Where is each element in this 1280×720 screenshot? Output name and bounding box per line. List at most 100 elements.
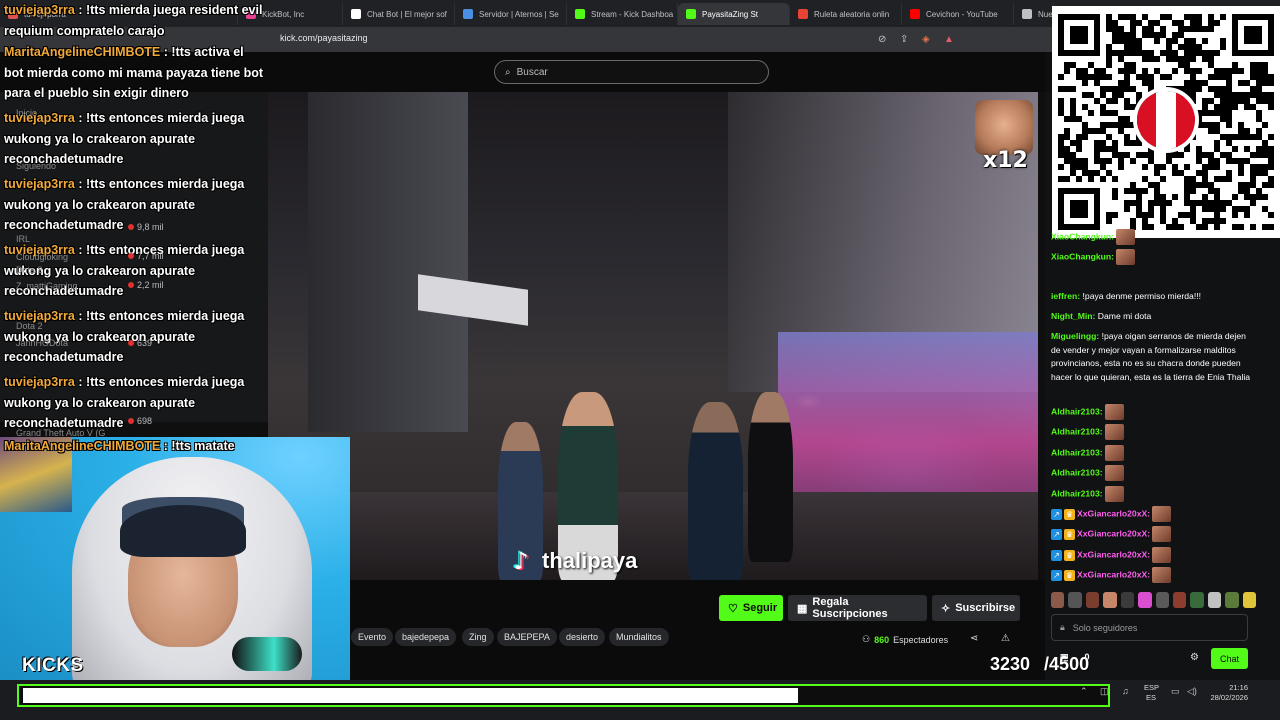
chat-username[interactable]: Night_Min: — [1051, 311, 1095, 321]
gift-subs-button[interactable]: ▦ Regala Suscripciones — [788, 595, 927, 621]
network-icon[interactable]: ◫ — [1100, 686, 1109, 697]
share-icon[interactable]: ⇪ — [900, 34, 908, 45]
emote-icon[interactable] — [1242, 592, 1257, 608]
sidebar-item[interactable]: Cloudgloking — [16, 252, 68, 262]
sidebar-item[interactable]: Siguiendo — [16, 161, 56, 171]
browser-tab[interactable]: Chat Bot | El mejor sof — [343, 3, 455, 25]
qr-module — [1232, 212, 1238, 218]
emote-icon[interactable] — [1225, 592, 1239, 608]
live-dot-icon — [128, 418, 134, 424]
sidebar-item[interactable]: Dota 2 — [16, 321, 43, 331]
emote-icon[interactable] — [1190, 592, 1204, 608]
qr-module — [1226, 122, 1232, 128]
chat-send-button[interactable]: Chat — [1211, 648, 1248, 669]
emote-icon[interactable] — [1085, 592, 1100, 608]
subscribe-button[interactable]: ✧ Suscribirse — [932, 595, 1020, 621]
stream-tag[interactable]: Mundialitos — [609, 628, 669, 646]
qr-module — [1112, 212, 1118, 218]
chat-input[interactable]: 🔒︎ Solo seguidores — [1051, 614, 1248, 641]
qr-module — [1142, 56, 1148, 62]
speaker-icon[interactable]: ◁) — [1187, 686, 1197, 697]
search-input[interactable]: ⌕ Buscar — [494, 60, 769, 84]
qr-module — [1094, 74, 1100, 80]
stream-tag[interactable]: Evento — [351, 628, 394, 646]
chat-message: Aldhair2103: — [1051, 424, 1251, 440]
sidebar-item[interactable]: Grand Theft Auto V (G — [16, 428, 105, 438]
stream-tag[interactable]: desierto — [559, 628, 606, 646]
extension-triangle-icon[interactable]: ▲ — [944, 34, 954, 45]
emote-icon[interactable] — [1120, 592, 1135, 608]
chat-username[interactable]: XxGiancarlo20xX: — [1077, 508, 1150, 518]
qr-module — [1250, 74, 1256, 80]
qr-module — [1160, 194, 1166, 200]
browser-tab[interactable]: Cevichon - YouTube — [902, 3, 1014, 25]
chat-username[interactable]: XxGiancarlo20xX: — [1077, 528, 1150, 538]
sidebar-item[interactable]: Inicio — [16, 108, 37, 118]
emote-icon[interactable] — [1207, 592, 1222, 608]
stream-video[interactable] — [268, 92, 1038, 580]
qr-module — [1094, 68, 1100, 74]
qr-module — [1244, 188, 1250, 194]
chat-username[interactable]: XiaoChangkun: — [1051, 251, 1114, 261]
emote-icon[interactable] — [1172, 592, 1187, 608]
qr-module — [1118, 38, 1124, 44]
emote-icon[interactable] — [1103, 592, 1117, 608]
browser-tab[interactable]: Servidor | Aternos | Se — [455, 3, 567, 25]
chat-username[interactable]: XxGiancarlo20xX: — [1077, 569, 1150, 579]
sidebar-item[interactable]: JannHODota — [16, 338, 68, 348]
qr-module — [1190, 14, 1196, 20]
chat-username[interactable]: Aldhair2103: — [1051, 467, 1103, 477]
emote-icon[interactable] — [1155, 592, 1169, 608]
qr-module — [1094, 140, 1100, 146]
chat-username[interactable]: Aldhair2103: — [1051, 426, 1103, 436]
chat-username[interactable]: XiaoChangkun: — [1051, 231, 1114, 241]
qr-module — [1106, 98, 1112, 104]
gear-icon[interactable]: ⚙ — [1190, 652, 1199, 663]
report-icon[interactable]: ⚠ — [1001, 633, 1010, 644]
chat-username[interactable]: XxGiancarlo20xX: — [1077, 549, 1150, 559]
emote-icon[interactable] — [1068, 592, 1082, 608]
follow-button[interactable]: ♡ Seguir — [719, 595, 783, 621]
browser-tab[interactable]: Nue — [1014, 3, 1054, 25]
chat-username[interactable]: Aldhair2103: — [1051, 488, 1103, 498]
sidebar-item[interactable]: Z_mattiGaming — [16, 281, 78, 291]
language-indicator[interactable]: ESP ES — [1144, 683, 1159, 703]
microphone-icon[interactable]: ♫ — [1122, 686, 1129, 696]
browser-tab[interactable]: Stream - Kick Dashboa — [567, 3, 678, 25]
chevron-up-icon[interactable]: ⌃ — [1080, 686, 1088, 697]
stream-tag[interactable]: Zing — [462, 628, 494, 646]
emote-icon[interactable] — [1051, 592, 1065, 608]
qr-module — [1232, 68, 1238, 74]
browser-tab[interactable]: Ruleta aleatoria onlin — [790, 3, 902, 25]
stream-tag[interactable]: bajedepepa — [395, 628, 457, 646]
url-text[interactable]: kick.com/payasitazing — [280, 33, 368, 43]
emote-icon[interactable] — [1138, 592, 1152, 608]
extension-shield-icon[interactable]: ◈ — [922, 34, 930, 45]
chat-username[interactable]: Aldhair2103: — [1051, 447, 1103, 457]
qr-module — [1220, 92, 1226, 98]
share-stream-icon[interactable]: ⋖ — [970, 633, 978, 644]
qr-module — [1226, 80, 1232, 86]
qr-module — [1082, 92, 1088, 98]
mute-icon[interactable]: ⊘ — [878, 34, 886, 45]
qr-module — [1208, 86, 1214, 92]
chat-username[interactable]: Aldhair2103: — [1051, 406, 1103, 416]
stream-tag[interactable]: BAJEPEPA — [497, 628, 557, 646]
chat-emote-icon — [1116, 229, 1136, 245]
display-icon[interactable]: ▭ — [1171, 686, 1180, 697]
qr-module — [1130, 26, 1136, 32]
qr-module — [1100, 146, 1106, 152]
browser-tab[interactable]: PayasitaZing St — [678, 3, 790, 25]
qr-module — [1196, 80, 1202, 86]
chat-username[interactable]: ieffren: — [1051, 291, 1080, 301]
chat-username[interactable]: Miguelingg: — [1051, 331, 1099, 341]
sidebar-item[interactable]: Dota 2 — [16, 265, 43, 275]
qr-module — [1202, 26, 1208, 32]
qr-module — [1202, 206, 1208, 212]
kicks-goal-counter: 3230 /4500 — [990, 654, 1089, 675]
chat-emote-bar[interactable] — [1051, 592, 1257, 610]
sidebar-item[interactable]: IRL — [16, 234, 30, 244]
tab-favicon-icon — [463, 9, 473, 19]
clock[interactable]: 21:16 28/02/2026 — [1206, 683, 1248, 703]
qr-module — [1208, 20, 1214, 26]
